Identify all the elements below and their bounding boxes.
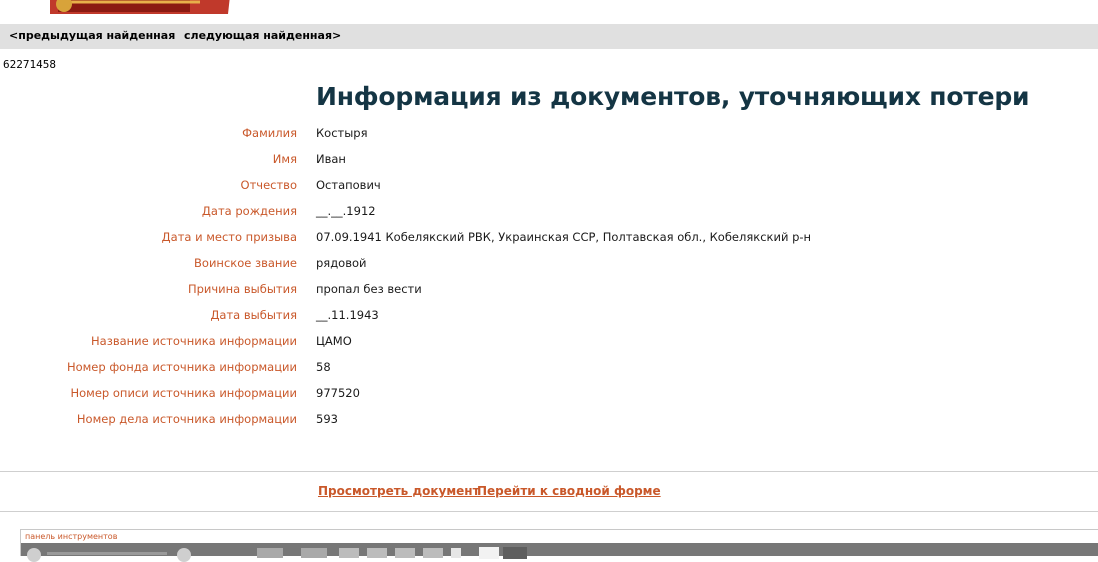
- field-label-first-name: Имя: [272, 152, 297, 166]
- site-logo: [50, 0, 230, 14]
- toolbar-button[interactable]: [257, 548, 283, 558]
- field-value-loss-reason: пропал без вести: [316, 282, 422, 296]
- divider: [0, 511, 1098, 512]
- record-id: 62271458: [3, 58, 56, 71]
- zoom-out-icon[interactable]: [27, 548, 41, 562]
- toolbar-button[interactable]: [301, 548, 327, 558]
- summary-form-link[interactable]: Перейти к сводной форме: [477, 484, 661, 498]
- next-result-link[interactable]: следующая найденная>: [184, 29, 341, 42]
- field-label-surname: Фамилия: [242, 126, 297, 140]
- field-label-rank: Воинское звание: [194, 256, 297, 270]
- toolbar-button[interactable]: [451, 548, 461, 558]
- toolbar: [21, 543, 1098, 562]
- view-document-link[interactable]: Просмотреть документ: [318, 484, 480, 498]
- field-label-patronymic: Отчество: [240, 178, 297, 192]
- toolbar-button[interactable]: [395, 548, 415, 558]
- field-value-patronymic: Остапович: [316, 178, 381, 192]
- field-value-fund-number: 58: [316, 360, 331, 374]
- field-row-inventory-number: Номер описи источника информации 977520: [0, 386, 1098, 412]
- field-row-fund-number: Номер фонда источника информации 58: [0, 360, 1098, 386]
- field-value-conscription: 07.09.1941 Кобелякский РВК, Украинская С…: [316, 230, 812, 244]
- divider: [0, 471, 1098, 472]
- toolbar-button[interactable]: [367, 548, 387, 558]
- field-label-conscription: Дата и место призыва: [161, 230, 297, 244]
- field-row-birth-date: Дата рождения __.__.1912: [0, 204, 1098, 230]
- field-label-inventory-number: Номер описи источника информации: [70, 386, 298, 400]
- toolbar-button[interactable]: [503, 547, 527, 559]
- field-label-fund-number: Номер фонда источника информации: [66, 360, 297, 374]
- field-value-birth-date: __.__.1912: [316, 204, 376, 218]
- tools-panel: панель инструментов: [20, 529, 1098, 562]
- zoom-in-icon[interactable]: [177, 548, 191, 562]
- field-row-surname: Фамилия Костыря: [0, 126, 1098, 152]
- field-value-inventory-number: 977520: [316, 386, 360, 400]
- page-title: Информация из документов, уточняющих пот…: [316, 82, 1030, 111]
- toolbar-button[interactable]: [423, 548, 443, 558]
- toolbar-button[interactable]: [339, 548, 359, 558]
- field-value-case-number: 593: [316, 412, 338, 426]
- field-value-loss-date: __.11.1943: [316, 308, 379, 322]
- field-row-loss-date: Дата выбытия __.11.1943: [0, 308, 1098, 334]
- field-label-loss-reason: Причина выбытия: [187, 282, 297, 296]
- field-row-rank: Воинское звание рядовой: [0, 256, 1098, 282]
- field-value-surname: Костыря: [316, 126, 368, 140]
- field-row-source-name: Название источника информации ЦАМО: [0, 334, 1098, 360]
- field-value-first-name: Иван: [316, 152, 346, 166]
- toolbar-button[interactable]: [479, 547, 499, 559]
- field-row-conscription: Дата и место призыва 07.09.1941 Кобелякс…: [0, 230, 1098, 256]
- field-value-source-name: ЦАМО: [316, 334, 352, 348]
- results-navigation-bar: <предыдущая найденная следующая найденна…: [0, 24, 1098, 49]
- field-label-source-name: Название источника информации: [91, 334, 297, 348]
- field-label-case-number: Номер дела источника информации: [76, 412, 297, 426]
- previous-result-link[interactable]: <предыдущая найденная: [9, 29, 175, 42]
- field-label-birth-date: Дата рождения: [201, 204, 297, 218]
- field-label-loss-date: Дата выбытия: [210, 308, 297, 322]
- field-row-patronymic: Отчество Остапович: [0, 178, 1098, 204]
- site-header: [0, 0, 1098, 24]
- field-row-loss-reason: Причина выбытия пропал без вести: [0, 282, 1098, 308]
- tools-panel-caption: панель инструментов: [25, 532, 118, 541]
- field-row-case-number: Номер дела источника информации 593: [0, 412, 1098, 438]
- field-row-first-name: Имя Иван: [0, 152, 1098, 178]
- field-value-rank: рядовой: [316, 256, 367, 270]
